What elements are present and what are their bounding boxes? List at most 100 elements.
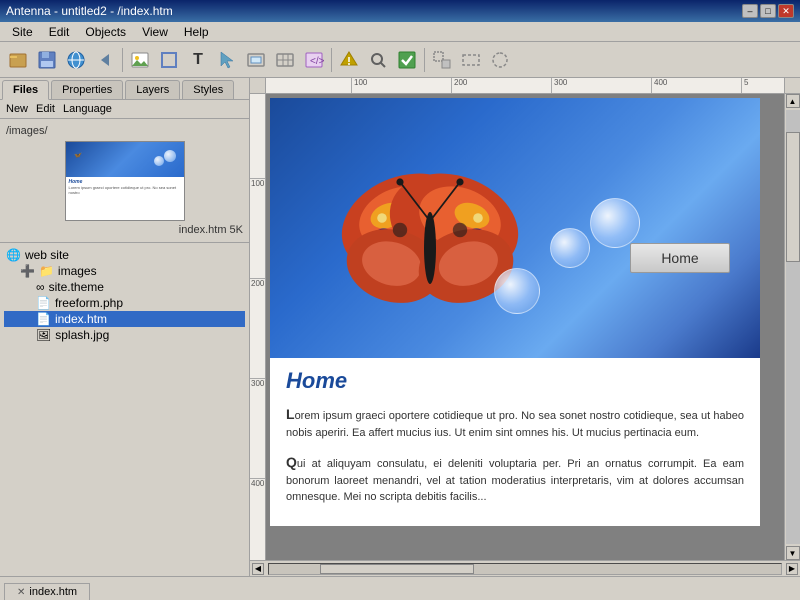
scrollbar-down-button[interactable]: ▼: [786, 546, 800, 560]
lorem-para-2: Qui at aliquyam consulatu, ei deleniti v…: [286, 452, 744, 506]
toolbar: T </>: [0, 42, 800, 78]
tree-index-htm[interactable]: 📄 index.htm: [4, 311, 245, 327]
bubble-3: [494, 268, 540, 314]
v-scroll-track[interactable]: [786, 110, 800, 544]
left-panel: Files Properties Layers Styles New Edit …: [0, 78, 250, 576]
tree-freeform-php[interactable]: 📄 freeform.php: [4, 295, 245, 311]
htm-icon: 📄: [36, 312, 51, 326]
web-site-icon: 🌐: [6, 248, 21, 262]
pointer-button[interactable]: [213, 46, 241, 74]
search-button[interactable]: [364, 46, 392, 74]
maximize-button[interactable]: □: [760, 4, 776, 18]
tool-r2[interactable]: [457, 46, 485, 74]
menu-help[interactable]: Help: [176, 23, 217, 41]
preview-label: index.htm 5K: [179, 224, 243, 236]
ruler-container: 100 200 300 400 5: [250, 78, 800, 94]
menu-bar: Site Edit Objects View Help: [0, 22, 800, 42]
table-button[interactable]: [271, 46, 299, 74]
files-toolbar: New Edit Language: [0, 100, 249, 119]
ruler-mark-300: 300: [551, 78, 567, 93]
menu-objects[interactable]: Objects: [77, 23, 134, 41]
menu-view[interactable]: View: [134, 23, 176, 41]
minimize-button[interactable]: –: [742, 4, 758, 18]
tab-layers[interactable]: Layers: [125, 80, 180, 99]
title-bar-text: Antenna - untitled2 - /index.htm: [6, 4, 173, 18]
tree-root[interactable]: 🌐 web site: [4, 247, 245, 263]
right-panel: 100 200 300 400 5 100 200 300 400: [250, 78, 800, 576]
canvas-page: Home Home Lorem ipsum graeci oportere co…: [270, 98, 760, 526]
close-button[interactable]: ✕: [778, 4, 794, 18]
title-bar-controls: – □ ✕: [742, 4, 794, 18]
toolbar-separator-2: [331, 48, 332, 72]
h-scroll-track[interactable]: [268, 563, 782, 575]
box-button[interactable]: [155, 46, 183, 74]
home-button[interactable]: Home: [630, 243, 730, 273]
v-ruler-mark-400: 400: [250, 478, 265, 488]
files-language-button[interactable]: Language: [63, 103, 112, 115]
frame-button[interactable]: [242, 46, 270, 74]
ruler-mark-200: 200: [451, 78, 467, 93]
tab-styles[interactable]: Styles: [182, 80, 234, 99]
theme-icon: ∞: [36, 280, 45, 294]
v-scroll-thumb[interactable]: [786, 132, 800, 262]
canvas-with-ruler: 100 200 300 400: [250, 94, 800, 560]
page-title: Home: [286, 368, 744, 394]
text-button[interactable]: T: [184, 46, 212, 74]
tree-site-theme[interactable]: ∞ site.theme: [4, 279, 245, 295]
embed-button[interactable]: </>: [300, 46, 328, 74]
files-new-button[interactable]: New: [6, 103, 28, 115]
preview-path: /images/: [6, 125, 48, 137]
tree-images[interactable]: ➕ 📁 images: [4, 263, 245, 279]
toolbar-separator-1: [122, 48, 123, 72]
vertical-ruler: 100 200 300 400: [250, 94, 266, 560]
page-text: Home Lorem ipsum graeci oportere cotidie…: [270, 358, 760, 526]
plugin-button[interactable]: [335, 46, 363, 74]
scrollbar-up-button[interactable]: ▲: [786, 94, 800, 108]
preview-thumbnail: 🦋 Home Lorem ipsum graeci oportere cotid…: [65, 141, 185, 221]
horizontal-ruler: 100 200 300 400 5: [266, 78, 784, 94]
file-tree: 🌐 web site ➕ 📁 images ∞ site.theme 📄 fre…: [0, 243, 249, 576]
butterfly-image: [330, 158, 530, 338]
tab-bar: Files Properties Layers Styles: [0, 78, 249, 100]
tree-splash-jpg[interactable]: 🖼 splash.jpg: [4, 327, 245, 343]
vertical-scrollbar[interactable]: ▲ ▼: [784, 94, 800, 560]
h-scroll-thumb[interactable]: [320, 564, 474, 574]
h-scroll-left[interactable]: ◀: [252, 563, 264, 575]
title-bar: Antenna - untitled2 - /index.htm – □ ✕: [0, 0, 800, 22]
back-button[interactable]: [91, 46, 119, 74]
v-ruler-mark-100: 100: [250, 178, 265, 188]
bubble-1: [590, 198, 640, 248]
v-ruler-mark-300: 300: [250, 378, 265, 388]
files-edit-button[interactable]: Edit: [36, 103, 55, 115]
horizontal-scrollbar: ◀ ▶: [250, 560, 800, 576]
tab-files[interactable]: Files: [2, 80, 49, 100]
v-scrollbar-top: [784, 78, 800, 94]
jpg-icon: 🖼: [36, 328, 51, 342]
bottom-bar: ✕ index.htm: [0, 576, 800, 600]
save-button[interactable]: [33, 46, 61, 74]
tab-icon: ✕: [17, 587, 25, 598]
folder-icon: 📁: [39, 264, 54, 278]
php-icon: 📄: [36, 296, 51, 310]
preview-button[interactable]: [62, 46, 90, 74]
main-layout: Files Properties Layers Styles New Edit …: [0, 78, 800, 576]
canvas-content[interactable]: Home Home Lorem ipsum graeci oportere co…: [266, 94, 784, 560]
h-scroll-right[interactable]: ▶: [786, 563, 798, 575]
page-header: Home: [270, 98, 760, 358]
bottom-tab-index[interactable]: ✕ index.htm: [4, 583, 90, 600]
bubble-2: [550, 228, 590, 268]
menu-site[interactable]: Site: [4, 23, 41, 41]
v-ruler-mark-200: 200: [250, 278, 265, 288]
tab-properties[interactable]: Properties: [51, 80, 123, 99]
open-button[interactable]: [4, 46, 32, 74]
lorem-para-1: Lorem ipsum graeci oportere cotidieque u…: [286, 404, 744, 442]
tool-r1[interactable]: [428, 46, 456, 74]
ruler-mark-400: 400: [651, 78, 667, 93]
ruler-mark-500: 5: [741, 78, 748, 93]
preview-area: /images/ 🦋 Home Lorem ipsum graeci oport…: [0, 119, 249, 243]
folder-expand-icon: ➕: [20, 264, 35, 278]
image-button[interactable]: [126, 46, 154, 74]
menu-edit[interactable]: Edit: [41, 23, 78, 41]
tool-r3[interactable]: [486, 46, 514, 74]
check-button[interactable]: [393, 46, 421, 74]
